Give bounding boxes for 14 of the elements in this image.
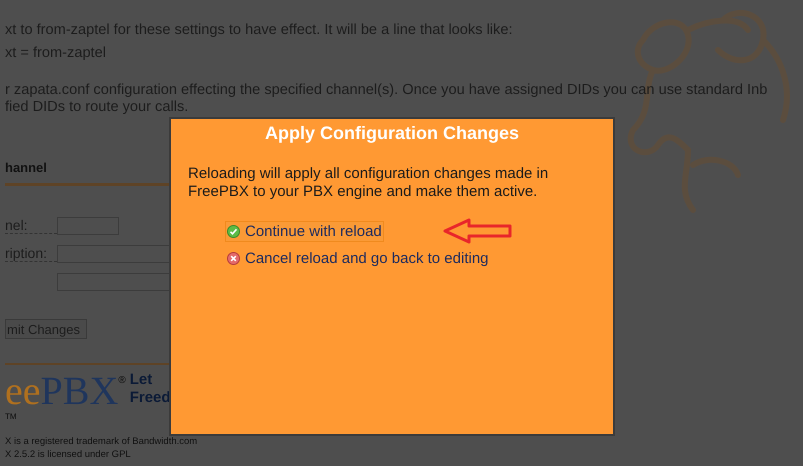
logo-text: ee (5, 371, 41, 411)
logo-tagline: Let (130, 371, 154, 389)
cancel-icon (227, 252, 240, 265)
left-arrow-icon (442, 218, 513, 244)
option-link[interactable]: Cancel reload and go back to editing (225, 248, 491, 269)
dialog-title: Apply Configuration Changes (264, 122, 520, 145)
option-link[interactable]: Continue with reload (225, 220, 384, 242)
input-field[interactable] (57, 217, 119, 235)
logo-tagline: Freed (130, 389, 171, 407)
footer-text: X is a registered trademark of Bandwidth.com (5, 435, 198, 448)
registered-mark: ® (118, 375, 126, 386)
footer-text: X 2.5.2 is licensed under GPL (5, 448, 132, 461)
trademark-mark: TM (5, 412, 18, 421)
checkmark-icon (227, 224, 240, 238)
